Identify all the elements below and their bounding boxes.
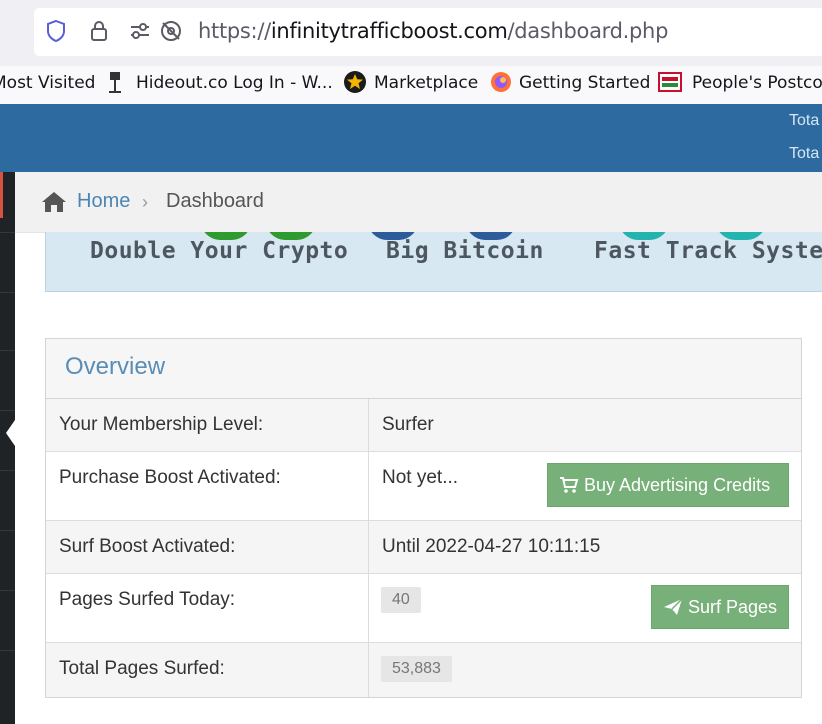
table-row: Total Pages Surfed: 53,883 (46, 643, 801, 697)
surf-pages-button[interactable]: Surf Pages (651, 585, 789, 629)
table-row: Your Membership Level: Surfer (46, 399, 801, 452)
sidebar-divider (0, 410, 15, 411)
promo-banner[interactable]: Double Your Crypto Big Bitcoin Fast Trac… (45, 232, 822, 292)
url-text[interactable]: https://infinitytrafficboost.com/dashboa… (198, 19, 668, 43)
banner-item-big-bitcoin[interactable]: Big Bitcoin (386, 238, 544, 264)
column-divider (368, 574, 369, 642)
purchase-boost-label: Purchase Boost Activated: (59, 467, 281, 488)
url-host: infinitytrafficboost.com (270, 19, 508, 43)
total-pages-surfed-badge: 53,883 (381, 656, 452, 682)
bookmark-getting-started[interactable]: Getting Started (519, 73, 650, 93)
surf-boost-value: Until 2022-04-27 10:11:15 (382, 536, 601, 557)
header-stat-2: Tota (789, 145, 820, 162)
sidebar-divider (0, 590, 15, 591)
header-stat-1: Tota (789, 112, 820, 129)
membership-value: Surfer (382, 414, 434, 435)
firefox-icon (491, 72, 511, 92)
breadcrumb-current: Dashboard (166, 190, 264, 212)
column-divider (368, 521, 369, 573)
purchase-boost-value: Not yet... (382, 467, 459, 488)
cart-icon (560, 477, 579, 493)
banner-item-double-your-crypto[interactable]: Double Your Crypto (90, 238, 348, 264)
hideout-icon (109, 72, 121, 93)
sidebar-divider (0, 530, 15, 531)
table-row: Purchase Boost Activated: Not yet... Buy… (46, 452, 801, 521)
lock-icon[interactable] (89, 19, 109, 43)
table-row: Pages Surfed Today: 40 Surf Pages (46, 574, 801, 643)
breadcrumb (15, 172, 822, 233)
sidebar-divider (0, 292, 15, 293)
sidebar-divider (0, 470, 15, 471)
pages-surfed-today-badge: 40 (381, 587, 421, 613)
surf-boost-label: Surf Boost Activated: (59, 536, 236, 557)
sidebar (0, 172, 15, 724)
column-divider (368, 643, 369, 697)
star-icon (344, 71, 366, 93)
shield-icon[interactable] (45, 19, 67, 43)
column-divider (368, 452, 369, 520)
surf-pages-label: Surf Pages (688, 597, 778, 617)
breadcrumb-separator: › (142, 192, 148, 212)
pages-surfed-today-label: Pages Surfed Today: (59, 589, 236, 610)
column-divider (368, 399, 369, 451)
overview-panel: Overview Your Membership Level: Surfer P… (45, 338, 802, 698)
total-pages-surfed-label: Total Pages Surfed: (59, 658, 225, 679)
membership-label: Your Membership Level: (59, 414, 264, 435)
table-row: Surf Boost Activated: Until 2022-04-27 1… (46, 521, 801, 574)
sidebar-divider (0, 650, 15, 651)
breadcrumb-home-link[interactable]: Home (77, 190, 130, 213)
buy-advertising-credits-button[interactable]: Buy Advertising Credits (547, 463, 789, 507)
bookmark-marketplace[interactable]: Marketplace (374, 73, 478, 93)
home-icon[interactable] (41, 190, 67, 214)
url-path: /dashboard.php (507, 19, 669, 43)
site-header: Tota Tota (0, 104, 822, 172)
bookmark-peoples-postcode[interactable]: People's Postcod (692, 73, 822, 93)
buy-advertising-credits-label: Buy Advertising Credits (584, 475, 771, 495)
sidebar-divider (0, 232, 15, 233)
postcode-icon (658, 72, 682, 92)
url-prefix: https:// (198, 19, 271, 43)
sidebar-divider (0, 350, 15, 351)
banner-item-fast-track-system[interactable]: Fast Track System (594, 238, 822, 264)
permissions-icon[interactable] (129, 19, 151, 43)
browser-toolbar: https://infinitytrafficboost.com/dashboa… (0, 0, 822, 66)
sidebar-collapse-handle[interactable] (6, 420, 15, 446)
bookmark-hideout[interactable]: Hideout.co Log In - W... (136, 73, 333, 93)
overview-header: Overview (46, 339, 801, 399)
bookmark-most-visited[interactable]: Most Visited (0, 73, 95, 93)
tracking-blocked-icon[interactable] (159, 19, 183, 43)
sidebar-active-marker (0, 172, 3, 218)
overview-title: Overview (65, 353, 166, 380)
paper-plane-icon (664, 598, 683, 615)
